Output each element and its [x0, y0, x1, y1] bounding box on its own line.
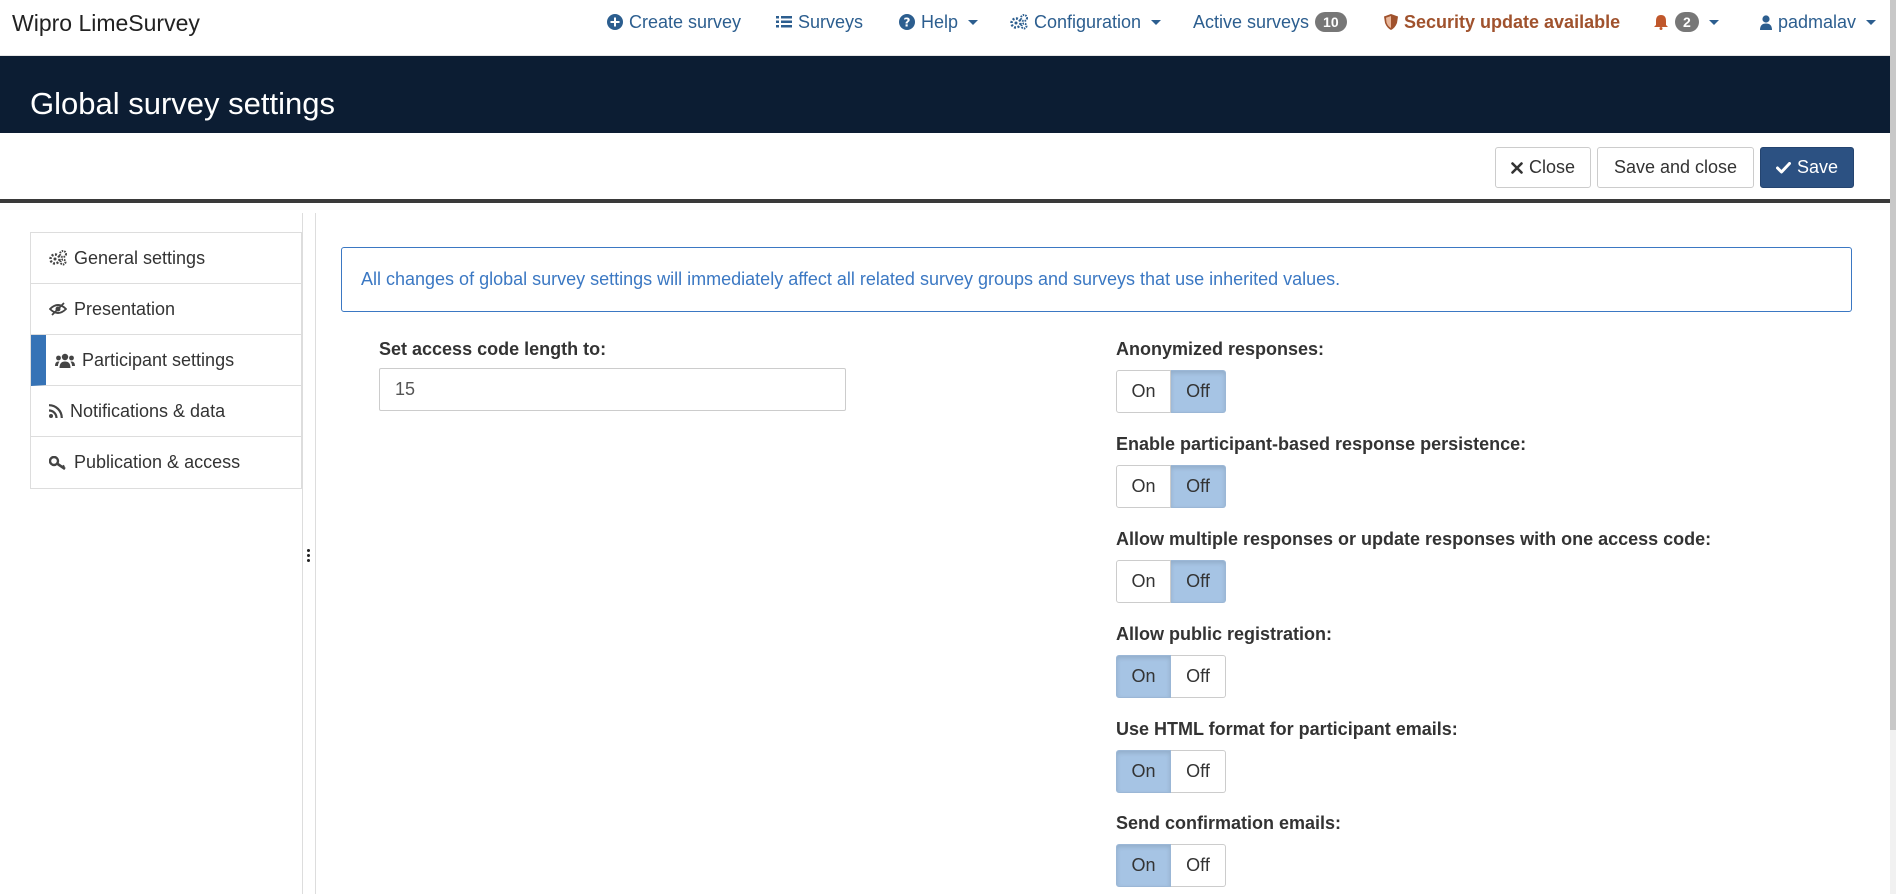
nav-configuration[interactable]: Configuration	[1010, 0, 1162, 44]
page-title-bar: Global survey settings	[0, 56, 1890, 133]
sidebar-item-presentation[interactable]: Presentation	[31, 284, 301, 335]
question-circle-icon: ?	[899, 14, 915, 30]
access-code-length-label: Set access code length to:	[379, 339, 607, 359]
plus-circle-icon	[607, 14, 623, 30]
chevron-down-icon	[1151, 19, 1162, 25]
public-registration-toggle[interactable]: On Off	[1116, 655, 1226, 698]
nav-user-menu[interactable]: padmalav	[1760, 0, 1877, 44]
anonymized-responses-toggle[interactable]: On Off	[1116, 370, 1226, 413]
public-registration-label: Allow public registration:	[1116, 624, 1333, 644]
users-icon	[55, 353, 75, 368]
check-icon	[1775, 161, 1791, 174]
nav-surveys[interactable]: Surveys	[776, 0, 863, 44]
toggle-off-option[interactable]: Off	[1171, 370, 1226, 413]
nav-surveys-label: Surveys	[798, 11, 864, 32]
toggle-on-option[interactable]: On	[1116, 750, 1171, 793]
toggle-on-option[interactable]: On	[1116, 655, 1171, 698]
bell-icon	[1653, 14, 1669, 30]
chevron-down-icon	[968, 19, 979, 25]
rss-icon	[49, 404, 63, 418]
key-icon	[49, 455, 67, 470]
eye-slash-icon	[49, 302, 67, 316]
nav-create-survey-label: Create survey	[629, 11, 742, 32]
sidebar-item-label: Participant settings	[82, 349, 235, 370]
toggle-on-option[interactable]: On	[1116, 560, 1171, 603]
nav-active-surveys-label: Active surveys	[1193, 11, 1310, 32]
brand-logo[interactable]: Wipro LimeSurvey	[12, 10, 200, 37]
multiple-responses-toggle[interactable]: On Off	[1116, 560, 1226, 603]
html-format-emails-toggle[interactable]: On Off	[1116, 750, 1226, 793]
sidebar-item-label: Notifications & data	[70, 400, 226, 421]
nav-active-surveys[interactable]: Active surveys 10	[1193, 0, 1347, 44]
nav-notifications[interactable]: 2	[1653, 0, 1719, 44]
page-title: Global survey settings	[30, 86, 335, 121]
confirmation-emails-toggle[interactable]: On Off	[1116, 844, 1226, 887]
nav-security-update[interactable]: Security update available	[1384, 0, 1620, 44]
top-navbar: Wipro LimeSurvey Create survey Surveys ?…	[0, 0, 1890, 56]
drag-handle-icon[interactable]	[305, 549, 311, 569]
close-icon	[1511, 161, 1523, 174]
toggle-on-option[interactable]: On	[1116, 465, 1171, 508]
gears-icon	[1010, 14, 1028, 30]
toggle-off-option[interactable]: Off	[1171, 655, 1226, 698]
response-persistence-label: Enable participant-based response persis…	[1116, 434, 1527, 454]
anonymized-responses-label: Anonymized responses:	[1116, 339, 1325, 359]
sidebar-item-label: Presentation	[74, 298, 176, 319]
html-format-emails-label: Use HTML format for participant emails:	[1116, 719, 1458, 739]
toggle-off-option[interactable]: Off	[1171, 844, 1226, 887]
nav-help-label: Help	[921, 11, 959, 32]
nav-security-label: Security update available	[1404, 11, 1621, 32]
chevron-down-icon	[1708, 19, 1719, 25]
nav-configuration-label: Configuration	[1034, 11, 1142, 32]
save-and-close-button[interactable]: Save and close	[1597, 147, 1754, 188]
list-icon	[776, 15, 792, 29]
sidebar-item-participant-settings[interactable]: Participant settings	[31, 335, 301, 386]
toggle-off-option[interactable]: Off	[1171, 750, 1226, 793]
settings-sidebar: General settings Presentation Participan…	[30, 232, 302, 489]
save-button-label: Save	[1796, 157, 1839, 177]
active-surveys-count-badge: 10	[1315, 12, 1347, 32]
sidebar-item-label: Publication & access	[74, 452, 241, 472]
nav-create-survey[interactable]: Create survey	[607, 0, 741, 44]
notifications-count-badge: 2	[1675, 12, 1699, 32]
svg-text:?: ?	[904, 16, 911, 30]
chevron-down-icon	[1866, 19, 1877, 25]
confirmation-emails-label: Send confirmation emails:	[1116, 813, 1342, 833]
nav-user-label: padmalav	[1778, 11, 1857, 32]
sidebar-item-publication-access[interactable]: Publication & access	[31, 437, 301, 488]
sidebar-item-label: General settings	[74, 247, 206, 268]
action-toolbar: Close Save and close Save	[0, 133, 1890, 203]
toggle-on-option[interactable]: On	[1116, 844, 1171, 887]
shield-icon	[1384, 14, 1398, 30]
close-button[interactable]: Close	[1495, 147, 1591, 188]
toggle-off-option[interactable]: Off	[1171, 560, 1226, 603]
nav-help[interactable]: ? Help	[899, 0, 979, 44]
toggle-on-option[interactable]: On	[1116, 370, 1171, 413]
response-persistence-toggle[interactable]: On Off	[1116, 465, 1226, 508]
multiple-responses-label: Allow multiple responses or update respo…	[1116, 529, 1712, 549]
access-code-length-input[interactable]	[379, 368, 846, 411]
info-alert: All changes of global survey settings wi…	[341, 247, 1852, 312]
sidebar-item-general-settings[interactable]: General settings	[31, 233, 301, 284]
user-icon	[1760, 14, 1772, 30]
save-button[interactable]: Save	[1760, 147, 1854, 188]
toggle-off-option[interactable]: Off	[1171, 465, 1226, 508]
sidebar-item-notifications-data[interactable]: Notifications & data	[31, 386, 301, 437]
save-and-close-label: Save and close	[1613, 157, 1738, 177]
close-button-label: Close	[1528, 157, 1576, 177]
page-scrollbar-thumb[interactable]	[1890, 0, 1896, 730]
gears-icon	[49, 250, 67, 266]
